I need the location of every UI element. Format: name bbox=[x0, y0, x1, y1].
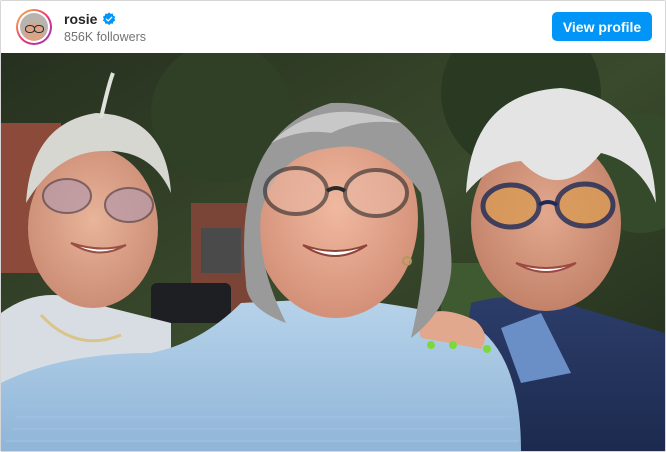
post-photo[interactable] bbox=[1, 53, 665, 451]
avatar-glasses-right bbox=[34, 25, 44, 33]
follower-count: 856K followers bbox=[64, 30, 146, 44]
avatar-photo bbox=[20, 13, 48, 41]
post-header: rosie 856K followers View profile bbox=[1, 1, 665, 53]
avatar[interactable] bbox=[16, 9, 52, 45]
username-row: rosie bbox=[64, 11, 116, 27]
username[interactable]: rosie bbox=[64, 11, 97, 27]
selfie-image bbox=[1, 53, 665, 451]
embedded-post: rosie 856K followers View profile bbox=[0, 0, 666, 452]
verified-badge-icon bbox=[103, 12, 116, 26]
view-profile-button[interactable]: View profile bbox=[552, 12, 652, 41]
avatar-ring bbox=[18, 11, 50, 43]
